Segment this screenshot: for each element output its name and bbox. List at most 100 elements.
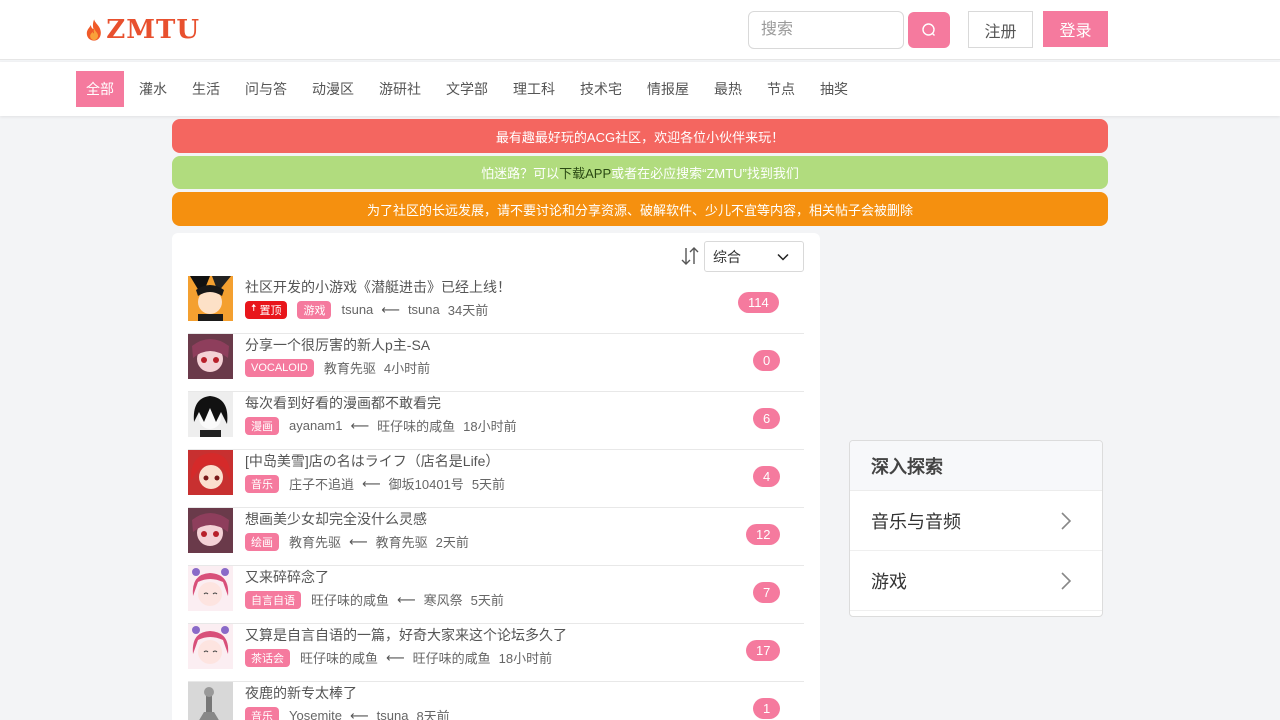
nav-item-water[interactable]: 灌水 [129,71,177,107]
nav-item-life[interactable]: 生活 [182,71,230,107]
post-row[interactable]: 想画美少女却完全没什么灵感 绘画 教育先驱 ⟵ 教育先驱 2天前 12 [188,508,804,566]
reply-arrow-icon: ⟵ [362,475,381,491]
download-app-link[interactable]: 下载APP [559,163,611,182]
top-header: ZMTU 注册 登录 [0,0,1280,60]
post-meta: 音乐 庄子不追逍 ⟵ 御坂10401号 5天前 [245,474,505,493]
post-row[interactable]: [中岛美雪]店の名はライフ（店名是Life） 音乐 庄子不追逍 ⟵ 御坂1040… [188,450,804,508]
post-title[interactable]: 夜鹿的新专太棒了 [245,683,357,703]
register-button[interactable]: 注册 [968,11,1033,48]
nav-item-science[interactable]: 理工科 [503,71,565,107]
post-author[interactable]: Yosemite [289,708,342,720]
nav-item-all[interactable]: 全部 [76,71,124,107]
post-title[interactable]: 又来碎碎念了 [245,567,329,587]
reply-arrow-icon: ⟵ [381,301,400,317]
nav-item-literature[interactable]: 文学部 [436,71,498,107]
post-tag[interactable]: 茶话会 [245,648,290,667]
post-row[interactable]: 社区开发的小游戏《潜艇进击》已经上线！ 🠅 置顶 游戏 tsuna ⟵ tsuna… [188,276,804,334]
explore-item-label: 游戏 [871,571,907,592]
reply-count-badge: 1 [753,698,781,719]
nav-item-qa[interactable]: 问与答 [235,71,297,107]
avatar[interactable] [188,334,233,379]
reply-arrow-icon: ⟵ [386,649,405,665]
nav-item-games[interactable]: 游研社 [369,71,431,107]
nav-item-hot[interactable]: 最热 [704,71,752,107]
avatar[interactable] [188,624,233,669]
reply-count-badge: 12 [746,524,781,545]
notice-rules: 为了社区的长远发展，请不要讨论和分享资源、破解软件、少儿不宜等内容，相关帖子会被… [172,192,1108,226]
nav-item-tech[interactable]: 技术宅 [570,71,632,107]
search-input[interactable] [748,11,904,49]
post-tag[interactable]: 音乐 [245,474,279,493]
post-last-reply[interactable]: tsuna [377,708,409,720]
post-title[interactable]: [中岛美雪]店の名はライフ（店名是Life） [245,451,499,471]
post-author[interactable]: tsuna [341,302,373,317]
post-meta: 漫画 ayanam1 ⟵ 旺仔味的咸鱼 18小时前 [245,416,517,435]
sort-select[interactable]: 综合 [704,241,804,272]
chevron-down-icon [777,253,789,261]
post-row[interactable]: 夜鹿的新专太棒了 音乐 Yosemite ⟵ tsuna 8天前 1 [188,682,804,720]
sort-selected-value: 综合 [713,248,741,265]
post-time: 8天前 [416,709,450,720]
chevron-right-icon [1061,512,1072,530]
post-meta: 自言自语 旺仔味的咸鱼 ⟵ 寒风祭 5天前 [245,590,504,609]
post-row[interactable]: 分享一个很厉害的新人p主-SA VOCALOID 教育先驱 4小时前 0 [188,334,804,392]
post-last-reply[interactable]: 御坂10401号 [389,474,464,493]
reply-arrow-icon: ⟵ [350,707,369,720]
post-last-reply[interactable]: 教育先驱 [376,532,428,551]
post-title[interactable]: 社区开发的小游戏《潜艇进击》已经上线！ [245,277,511,297]
post-time: 4小时前 [383,361,431,376]
flame-icon [86,19,101,41]
post-author[interactable]: ayanam1 [289,418,342,433]
avatar[interactable] [188,508,233,553]
post-tag[interactable]: 绘画 [245,532,279,551]
avatar[interactable] [188,566,233,611]
nav-item-anime[interactable]: 动漫区 [302,71,364,107]
post-row[interactable]: 每次看到好看的漫画都不敢看完 漫画 ayanam1 ⟵ 旺仔味的咸鱼 18小时前… [188,392,804,450]
post-time: 34天前 [447,303,489,318]
post-tag[interactable]: 音乐 [245,706,279,720]
post-author[interactable]: 旺仔味的咸鱼 [300,648,378,667]
post-tag[interactable]: 游戏 [297,300,332,319]
post-tag[interactable]: 漫画 [245,416,279,435]
avatar[interactable] [188,276,233,321]
post-author[interactable]: 旺仔味的咸鱼 [311,590,389,609]
notice-download-prefix: 怕迷路？可以 [481,166,560,181]
post-author[interactable]: 庄子不追逍 [289,474,354,493]
post-author[interactable]: 教育先驱 [324,358,376,377]
post-author[interactable]: 教育先驱 [289,532,341,551]
site-logo[interactable]: ZMTU [84,8,200,52]
nav-item-lottery[interactable]: 抽奖 [810,71,858,107]
avatar[interactable] [188,392,233,437]
nav-item-info[interactable]: 情报屋 [637,71,699,107]
login-button[interactable]: 登录 [1043,11,1108,47]
notice-download: 怕迷路？可以 下载APP 或者在必应搜索“ZMTU”找到我们 [172,156,1108,189]
reply-count-badge: 6 [753,408,781,429]
reply-count-badge: 17 [746,640,781,661]
post-tag[interactable]: VOCALOID [245,358,314,377]
reply-arrow-icon: ⟵ [349,533,368,549]
search-button[interactable] [908,12,950,48]
reply-count-badge: 4 [753,466,781,487]
post-meta: 🠅 置顶 游戏 tsuna ⟵ tsuna 34天前 [245,300,488,319]
explore-item-games[interactable]: 游戏 [850,551,1102,611]
nav-item-nodes[interactable]: 节点 [757,71,805,107]
explore-panel-title: 深入探索 [850,441,1102,491]
explore-item-music[interactable]: 音乐与音频 [850,491,1102,551]
post-last-reply[interactable]: tsuna [408,302,440,317]
category-nav: 全部 灌水 生活 问与答 动漫区 游研社 文学部 理工科 技术宅 情报屋 最热 … [0,62,1280,116]
post-title[interactable]: 想画美少女却完全没什么灵感 [245,509,427,529]
post-title[interactable]: 又算是自言自语的一篇，好奇大家来这个论坛多久了 [245,625,567,645]
post-row[interactable]: 又来碎碎念了 自言自语 旺仔味的咸鱼 ⟵ 寒风祭 5天前 7 [188,566,804,624]
avatar[interactable] [188,450,233,495]
post-title[interactable]: 分享一个很厉害的新人p主-SA [245,335,430,355]
sort-icon[interactable] [680,245,700,267]
post-meta: 音乐 Yosemite ⟵ tsuna 8天前 [245,706,450,720]
post-last-reply[interactable]: 旺仔味的咸鱼 [377,416,455,435]
post-title[interactable]: 每次看到好看的漫画都不敢看完 [245,393,441,413]
post-last-reply[interactable]: 寒风祭 [424,590,463,609]
avatar[interactable] [188,682,233,720]
post-tag[interactable]: 自言自语 [245,590,301,609]
post-time: 2天前 [435,535,469,550]
post-last-reply[interactable]: 旺仔味的咸鱼 [413,648,491,667]
post-row[interactable]: 又算是自言自语的一篇，好奇大家来这个论坛多久了 茶话会 旺仔味的咸鱼 ⟵ 旺仔味… [188,624,804,682]
